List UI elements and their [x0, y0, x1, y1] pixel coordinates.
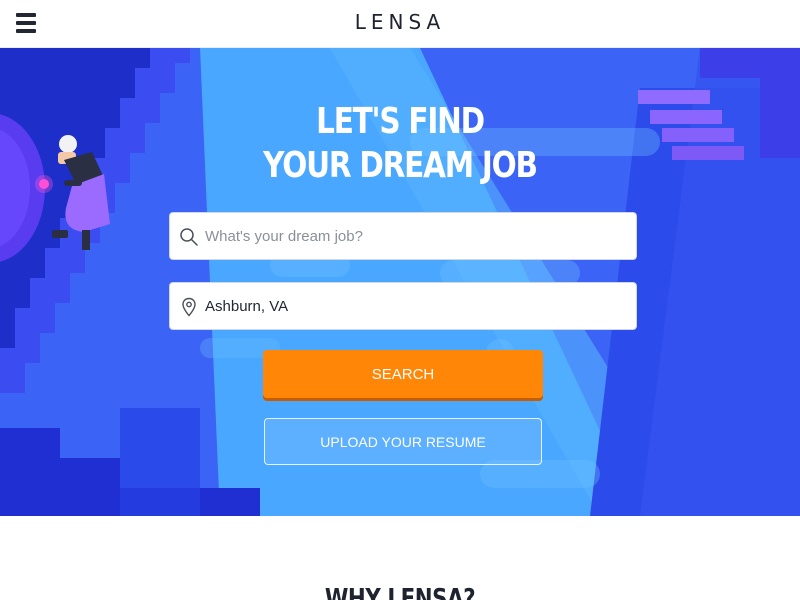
job-search-field[interactable]: [169, 212, 637, 260]
hero-title-line1: LET'S FIND: [316, 101, 485, 142]
job-search-input[interactable]: [205, 213, 625, 259]
location-pin-icon: [182, 297, 196, 317]
location-input[interactable]: [205, 283, 625, 329]
why-lensa-heading: WHY LENSA?: [324, 584, 476, 600]
hero-section: LET'S FIND YOUR DREAM JOB SEARCH UPLOAD …: [0, 48, 800, 516]
search-button[interactable]: SEARCH: [263, 350, 543, 398]
search-icon: [180, 228, 198, 246]
upload-resume-button[interactable]: UPLOAD YOUR RESUME: [264, 418, 542, 465]
location-field[interactable]: [169, 282, 637, 330]
top-header: LENSA: [0, 0, 800, 48]
lensa-logo[interactable]: LENSA: [0, 10, 800, 34]
hero-title-line2: YOUR DREAM JOB: [263, 145, 538, 186]
